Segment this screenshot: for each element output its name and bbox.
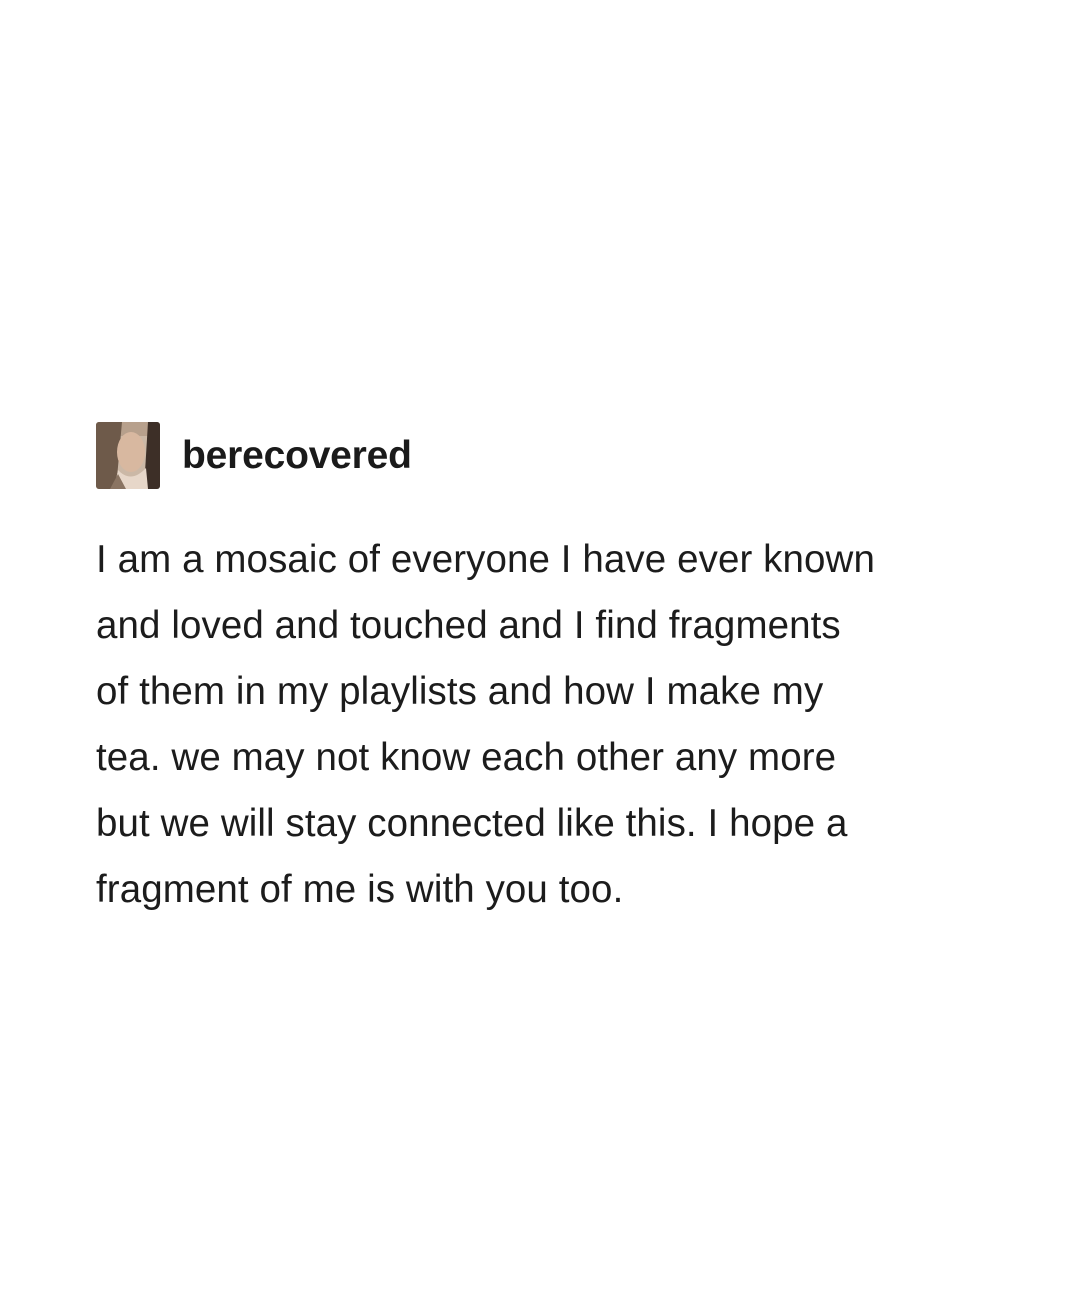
username[interactable]: berecovered — [182, 436, 412, 475]
post-header: berecovered — [96, 421, 996, 489]
avatar-photo-icon — [96, 421, 160, 489]
post-body-line: fragment of me is with you too. — [96, 868, 624, 911]
post-body-line: and loved and touched and I find fragmen… — [96, 604, 841, 647]
post-body-line: of them in my playlists and how I make m… — [96, 670, 824, 713]
post-body-line: I am a mosaic of everyone I have ever kn… — [96, 538, 875, 581]
post-body-line: but we will stay connected like this. I … — [96, 802, 848, 845]
post-card: berecovered I am a mosaic of everyone I … — [96, 421, 996, 923]
post-body: I am a mosaic of everyone I have ever kn… — [96, 527, 996, 923]
post-body-line: tea. we may not know each other any more — [96, 736, 837, 779]
avatar[interactable] — [96, 421, 160, 489]
